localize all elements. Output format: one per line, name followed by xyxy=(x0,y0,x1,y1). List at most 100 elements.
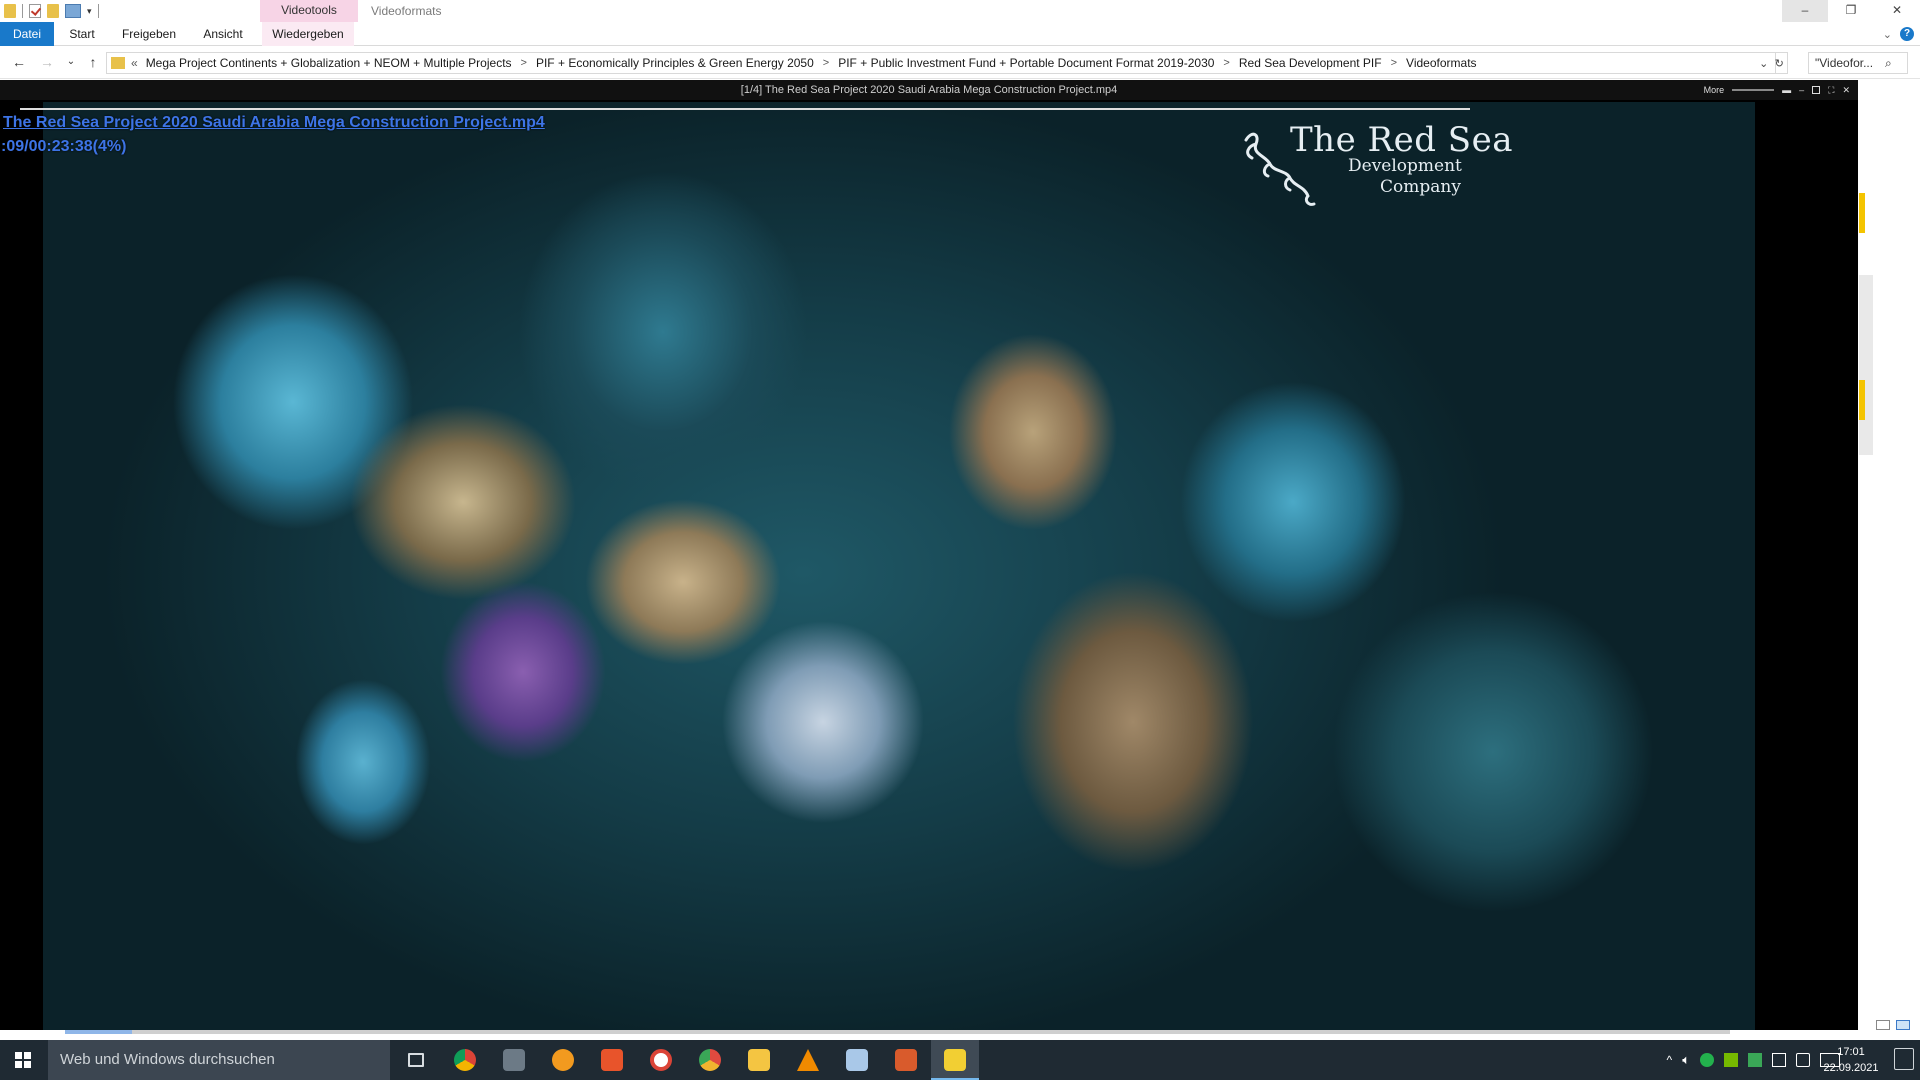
player-title: [1/4] The Red Sea Project 2020 Saudi Ara… xyxy=(0,80,1858,100)
close-button[interactable]: ✕ xyxy=(1874,0,1920,22)
tab-freigeben[interactable]: Freigeben xyxy=(118,22,180,46)
tab-wiedergeben[interactable]: Wiedergeben xyxy=(262,22,354,46)
address-actions: ⌄ ↻ xyxy=(1756,52,1788,74)
taskbar-app-chrome-canary[interactable] xyxy=(686,1040,734,1080)
tab-ansicht[interactable]: Ansicht xyxy=(198,22,248,46)
app-red-icon xyxy=(601,1049,623,1071)
osd-progress-bar xyxy=(20,108,1470,110)
seek-bar[interactable] xyxy=(65,1030,1730,1034)
breadcrumb-separator[interactable]: > xyxy=(521,57,527,69)
breadcrumb-separator[interactable]: > xyxy=(823,57,829,69)
tab-datei[interactable]: Datei xyxy=(0,22,54,46)
scrollbar[interactable] xyxy=(1859,275,1873,455)
search-icon[interactable]: ⌕ xyxy=(1885,56,1892,71)
security-icon[interactable] xyxy=(1700,1053,1714,1067)
action-center-icon[interactable] xyxy=(1894,1048,1914,1070)
search-field[interactable]: ⌕ xyxy=(1808,52,1908,74)
breadcrumb-item[interactable]: PIF + Public Investment Fund + Portable … xyxy=(838,56,1214,70)
large-icons-view-icon[interactable] xyxy=(1896,1020,1910,1030)
selection-marker xyxy=(1859,193,1865,233)
folder-icon[interactable] xyxy=(4,4,16,18)
nvidia-icon[interactable] xyxy=(1724,1053,1738,1067)
restore-button[interactable]: ❐ xyxy=(1828,0,1874,22)
clock-time: 17:01 xyxy=(1837,1046,1865,1058)
forward-arrow-icon[interactable]: → xyxy=(38,53,56,71)
app-orange-icon xyxy=(552,1049,574,1071)
tab-start[interactable]: Start xyxy=(64,22,100,46)
expand-ribbon-icon[interactable]: ⌄ xyxy=(1883,28,1892,41)
more-button[interactable]: More xyxy=(1704,85,1725,95)
chrome-icon xyxy=(454,1049,476,1071)
taskbar-app-active-explorer[interactable] xyxy=(931,1040,979,1080)
taskbar-app-orange[interactable] xyxy=(539,1040,587,1080)
new-folder-icon[interactable] xyxy=(47,4,59,18)
breadcrumb-item[interactable]: Red Sea Development PIF xyxy=(1239,56,1382,70)
photos-icon xyxy=(503,1049,525,1071)
rename-icon[interactable] xyxy=(65,4,81,18)
selection-marker xyxy=(1859,380,1865,420)
details-view-icon[interactable] xyxy=(1876,1020,1890,1030)
taskbar-app-red[interactable] xyxy=(588,1040,636,1080)
logo-text: Company xyxy=(1380,177,1461,197)
maximize-icon[interactable] xyxy=(1812,86,1821,94)
breadcrumb-separator[interactable]: > xyxy=(1223,57,1229,69)
seek-bar-fill xyxy=(65,1030,132,1034)
recent-locations-icon[interactable]: ⌄ xyxy=(62,53,80,71)
window-controls: – ❐ ✕ xyxy=(1782,0,1920,22)
breadcrumb-item[interactable]: Mega Project Continents + Globalization … xyxy=(146,56,512,70)
window-title: Videoformats xyxy=(371,4,442,18)
video-player[interactable]: [1/4] The Red Sea Project 2020 Saudi Ara… xyxy=(0,80,1858,1030)
divider xyxy=(97,4,99,18)
taskbar: Web und Windows durchsuchen ^ 🔈︎ 17:01 2… xyxy=(0,1040,1920,1080)
breadcrumb-separator[interactable]: > xyxy=(1391,57,1397,69)
properties-icon[interactable] xyxy=(29,4,41,18)
address-dropdown-icon[interactable]: ⌄ xyxy=(1759,57,1768,70)
breadcrumb-item[interactable]: PIF + Economically Principles & Green En… xyxy=(536,56,814,70)
taskbar-search[interactable]: Web und Windows durchsuchen xyxy=(48,1040,390,1080)
chrome-canary-icon xyxy=(699,1049,721,1071)
message-icon[interactable] xyxy=(1796,1053,1810,1067)
taskbar-clock[interactable]: 17:01 22.09.2021 xyxy=(1816,1044,1886,1076)
minimize-button[interactable]: – xyxy=(1782,0,1828,22)
taskbar-app-chrome[interactable] xyxy=(441,1040,489,1080)
volume-icon[interactable]: 🔈︎ xyxy=(1682,1052,1690,1068)
fullscreen-icon[interactable]: ⛶ xyxy=(1828,85,1834,96)
help-icon[interactable]: ? xyxy=(1900,27,1914,41)
back-arrow-icon[interactable]: ← xyxy=(10,53,28,71)
folder-icon xyxy=(111,57,125,69)
taskbar-app-vlc[interactable] xyxy=(784,1040,832,1080)
breadcrumb-item[interactable]: Videoformats xyxy=(1406,56,1476,70)
display-icon[interactable] xyxy=(1772,1053,1786,1067)
task-view-button[interactable] xyxy=(392,1040,440,1080)
context-tab-videotools: Videotools xyxy=(260,0,358,22)
taskbar-app-photos[interactable] xyxy=(490,1040,538,1080)
logo-text: The Red Sea xyxy=(1290,120,1513,160)
taskbar-app-briefcase[interactable] xyxy=(882,1040,930,1080)
network-icon[interactable] xyxy=(1748,1053,1762,1067)
quick-access-toolbar: ▾ xyxy=(4,2,99,20)
chevron-down-icon[interactable]: ▾ xyxy=(87,6,92,17)
taskbar-app-file-explorer[interactable] xyxy=(735,1040,783,1080)
volume-slider[interactable] xyxy=(1732,89,1775,91)
taskbar-app-chrome-2[interactable] xyxy=(637,1040,685,1080)
restore-icon[interactable]: – xyxy=(1799,85,1804,95)
osd-filename: The Red Sea Project 2020 Saudi Arabia Me… xyxy=(3,114,545,131)
start-button[interactable] xyxy=(0,1040,46,1080)
osd-time: :09/00:23:38(4%) xyxy=(1,138,127,155)
logo-text: Development xyxy=(1348,156,1462,176)
close-icon[interactable]: ✕ xyxy=(1842,85,1850,96)
minimize-icon[interactable]: ▬ xyxy=(1782,85,1791,95)
briefcase-icon xyxy=(895,1049,917,1071)
chevron-up-icon[interactable]: ^ xyxy=(1667,1053,1673,1067)
hidden-crumbs-indicator[interactable]: « xyxy=(131,56,138,70)
video-frame[interactable]: The Red Sea Development Company xyxy=(43,102,1755,1030)
file-explorer-icon xyxy=(748,1049,770,1071)
taskbar-app-image-viewer[interactable] xyxy=(833,1040,881,1080)
clock-date: 22.09.2021 xyxy=(1823,1062,1879,1074)
search-input[interactable] xyxy=(1815,56,1881,70)
navigation-bar: ← → ⌄ ↑ « Mega Project Continents + Glob… xyxy=(0,47,1920,79)
explorer-folder-icon xyxy=(944,1049,966,1071)
up-arrow-icon[interactable]: ↑ xyxy=(84,53,102,71)
address-bar[interactable]: « Mega Project Continents + Globalizatio… xyxy=(106,52,1776,74)
refresh-icon[interactable]: ↻ xyxy=(1775,57,1784,70)
